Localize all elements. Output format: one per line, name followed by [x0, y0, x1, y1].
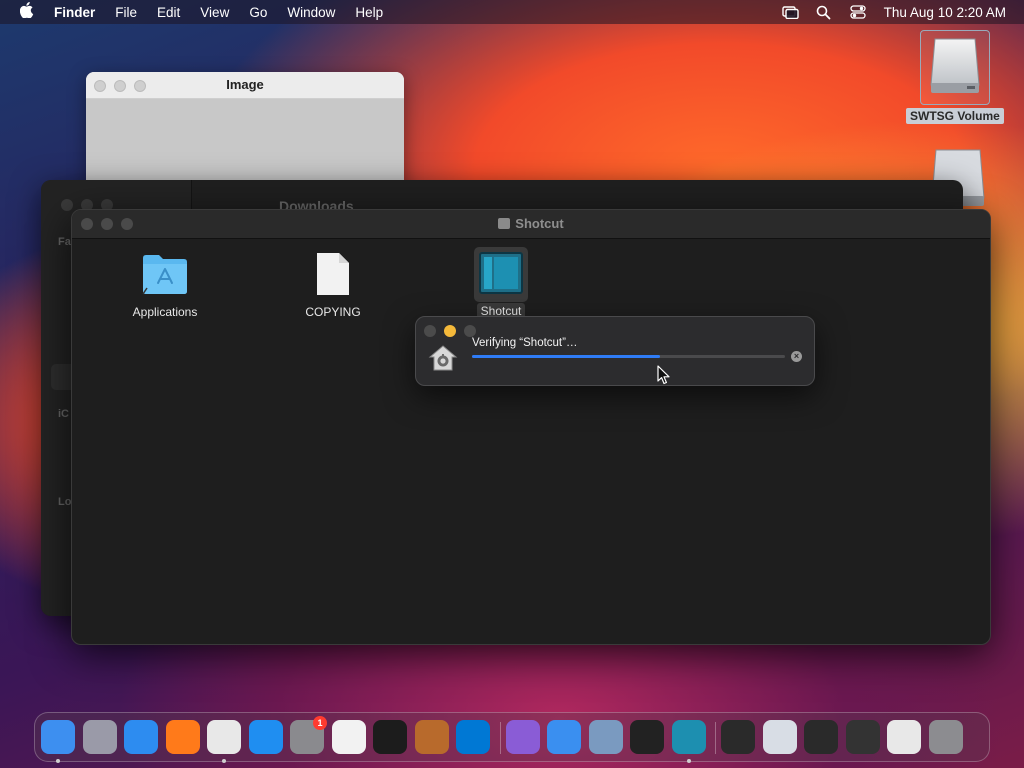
- image-window[interactable]: Image: [86, 72, 404, 192]
- drive-icon: [919, 30, 990, 105]
- file-name: Applications: [132, 305, 198, 319]
- dock-keyboard-icon[interactable]: [630, 720, 664, 754]
- desktop-volume-swtsg[interactable]: SWTSG Volume: [906, 30, 1004, 124]
- shotcut-app-icon: [474, 247, 528, 302]
- zoom-button[interactable]: [134, 80, 146, 92]
- dock-textedit-icon[interactable]: [331, 720, 366, 754]
- finder-titlebar[interactable]: Shotcut: [72, 210, 990, 239]
- zoom-button[interactable]: [121, 218, 133, 230]
- sidebar-section-label: Fa: [58, 236, 71, 248]
- minimize-button[interactable]: [101, 218, 113, 230]
- file-name: COPYING: [305, 305, 361, 319]
- menu-edit[interactable]: Edit: [147, 5, 190, 20]
- file-item-copying[interactable]: COPYING: [273, 252, 393, 319]
- window-title: Image: [226, 77, 264, 92]
- dock-system-settings-icon[interactable]: 1: [290, 716, 327, 754]
- progress-fill: [472, 355, 660, 358]
- control-center-icon[interactable]: [850, 5, 866, 19]
- menu-file[interactable]: File: [105, 5, 147, 20]
- gatekeeper-icon: [428, 343, 458, 376]
- dock-safari-icon[interactable]: [124, 720, 158, 754]
- running-indicator: [222, 759, 226, 763]
- dock-shotcut-icon[interactable]: [671, 720, 706, 754]
- dock-window-2-icon[interactable]: [762, 720, 797, 754]
- menu-bar: Finder File Edit View Go Window Help Thu…: [0, 0, 1024, 24]
- dock-terminal-icon[interactable]: [373, 720, 407, 754]
- file-item-applications[interactable]: Applications: [105, 252, 225, 319]
- volume-label: SWTSG Volume: [906, 108, 1004, 124]
- dock-firefox-icon[interactable]: [165, 720, 200, 754]
- menu-help[interactable]: Help: [345, 5, 393, 20]
- cancel-button[interactable]: ×: [791, 351, 802, 362]
- dock-window-1-icon[interactable]: [721, 720, 755, 754]
- menu-clock[interactable]: Thu Aug 10 2:20 AM: [884, 5, 1006, 20]
- dock-launchpad-icon[interactable]: [82, 720, 117, 754]
- close-button[interactable]: [424, 325, 436, 337]
- notification-badge: 1: [313, 716, 327, 730]
- dock-document-icon[interactable]: [887, 720, 921, 754]
- dock-weather-icon[interactable]: [547, 720, 581, 754]
- window-title: Shotcut: [515, 216, 564, 231]
- apple-menu-icon[interactable]: [16, 2, 38, 22]
- zoom-button[interactable]: [464, 325, 476, 337]
- menu-window[interactable]: Window: [277, 5, 345, 20]
- verify-progress-dialog[interactable]: Verifying “Shotcut”… ×: [415, 316, 815, 386]
- dock: 1: [34, 712, 990, 763]
- close-button[interactable]: [94, 80, 106, 92]
- menu-app-name[interactable]: Finder: [44, 5, 105, 20]
- close-button[interactable]: [81, 218, 93, 230]
- running-indicator: [686, 759, 691, 763]
- progress-bar: [472, 355, 785, 358]
- minimize-button[interactable]: [114, 80, 126, 92]
- minimize-button[interactable]: [444, 325, 456, 337]
- sidebar-section-label: iC: [58, 408, 69, 420]
- dock-chrome-icon[interactable]: [207, 720, 241, 754]
- dock-vs-code-icon[interactable]: [456, 720, 490, 754]
- verify-message: Verifying “Shotcut”…: [472, 337, 578, 349]
- file-item-shotcut[interactable]: Shotcut: [441, 247, 561, 319]
- dock-app-store-icon[interactable]: [248, 720, 283, 754]
- document-icon: [315, 252, 351, 299]
- running-indicator: [56, 759, 60, 763]
- menu-go[interactable]: Go: [239, 5, 277, 20]
- dock-separator: [715, 722, 716, 754]
- dock-trash-icon[interactable]: [928, 720, 963, 754]
- dock-garageband-icon[interactable]: [414, 720, 449, 754]
- mouse-cursor-icon: [657, 365, 671, 388]
- finder-window-shotcut[interactable]: Shotcut Applications COPYING Shotcut: [71, 209, 991, 645]
- disk-image-icon: [498, 218, 511, 229]
- dock-preview-icon[interactable]: [588, 720, 623, 754]
- applications-folder-icon: [141, 252, 189, 299]
- dock-finder-icon[interactable]: [41, 720, 75, 754]
- image-window-titlebar[interactable]: Image: [86, 72, 404, 99]
- dock-window-4-icon[interactable]: [845, 720, 880, 754]
- screen-mirroring-icon[interactable]: [781, 5, 799, 19]
- dock-separator: [499, 722, 501, 754]
- menu-view[interactable]: View: [190, 5, 239, 20]
- dock-visual-studio-icon[interactable]: [505, 720, 540, 754]
- spotlight-search-icon[interactable]: [816, 5, 832, 20]
- sidebar-section-label: Lo: [58, 496, 72, 508]
- dock-window-3-icon[interactable]: [804, 720, 838, 754]
